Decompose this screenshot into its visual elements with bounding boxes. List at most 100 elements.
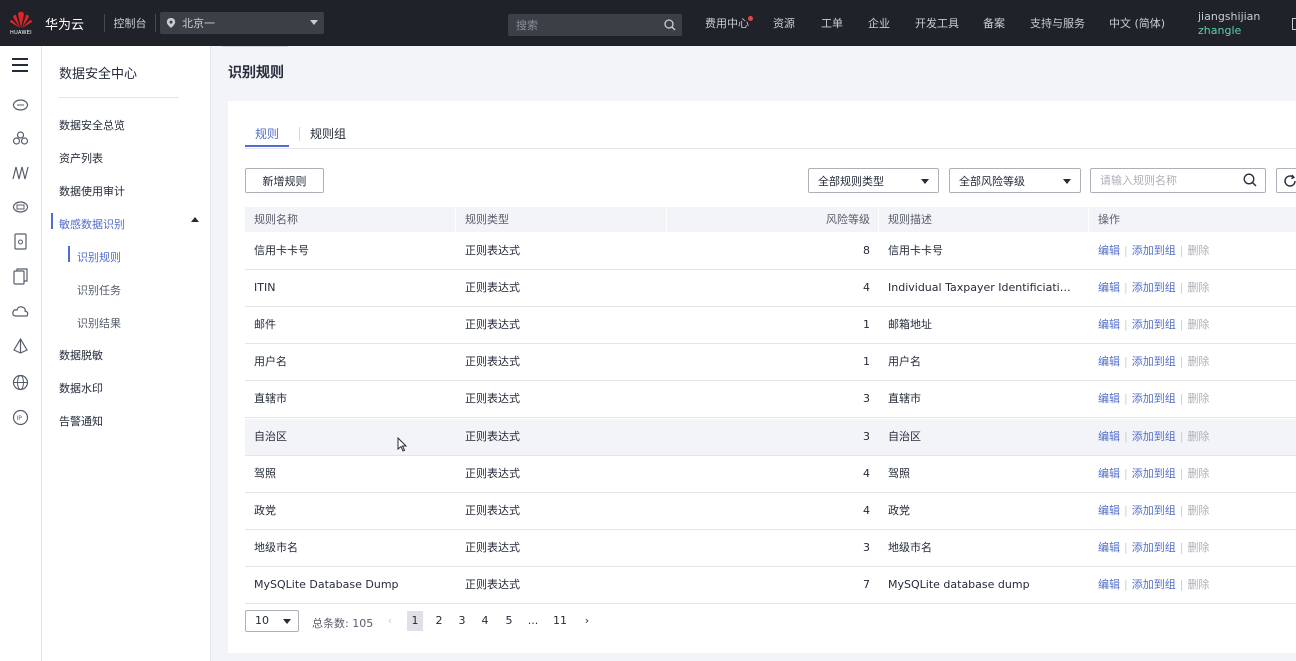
- col-risk-level[interactable]: 风险等级: [667, 207, 879, 232]
- cluster-icon[interactable]: [12, 130, 29, 147]
- document-icon[interactable]: [12, 233, 29, 250]
- add-to-group-link[interactable]: 添加到组: [1132, 541, 1176, 554]
- page-size-select[interactable]: 10: [245, 610, 299, 632]
- add-to-group-link[interactable]: 添加到组: [1132, 244, 1176, 257]
- page-number[interactable]: 5: [501, 611, 517, 631]
- nav-resources[interactable]: 资源: [773, 0, 795, 46]
- delete-link[interactable]: 删除: [1187, 355, 1209, 368]
- global-search-input[interactable]: 搜索: [508, 14, 682, 36]
- delete-link[interactable]: 删除: [1187, 430, 1209, 443]
- add-to-group-link[interactable]: 添加到组: [1132, 355, 1176, 368]
- sidebar-item-watermark[interactable]: 数据水印: [59, 380, 103, 396]
- table-row[interactable]: 信用卡卡号 正则表达式 8 信用卡卡号 编辑 | 添加到组 | 删除: [245, 233, 1296, 270]
- sidebar-subitem-results[interactable]: 识别结果: [77, 315, 121, 331]
- table-row[interactable]: 用户名 正则表达式 1 用户名 编辑 | 添加到组 | 删除: [245, 344, 1296, 382]
- rule-name-search-input[interactable]: [1090, 168, 1266, 193]
- col-rule-name[interactable]: 规则名称: [245, 207, 456, 232]
- search-icon[interactable]: [664, 19, 676, 31]
- sidebar-item-usage-audit[interactable]: 数据使用审计: [59, 183, 125, 199]
- page-number[interactable]: 3: [454, 611, 470, 631]
- add-rule-button[interactable]: 新增规则: [245, 168, 324, 193]
- nav-enterprise[interactable]: 企业: [868, 0, 890, 46]
- chevron-up-icon[interactable]: [191, 217, 199, 222]
- console-link[interactable]: 控制台: [105, 15, 155, 31]
- table-row[interactable]: MySQLite Database Dump 正则表达式 7 MySQLite dat…: [245, 566, 1296, 604]
- edge-icon[interactable]: [1292, 18, 1296, 30]
- add-to-group-link[interactable]: 添加到组: [1132, 430, 1176, 443]
- edit-link[interactable]: 编辑: [1098, 318, 1120, 331]
- nav-tickets[interactable]: 工单: [821, 0, 843, 46]
- pyramid-icon[interactable]: [12, 338, 29, 355]
- prev-page-icon[interactable]: ‹: [382, 611, 398, 631]
- edit-link[interactable]: 编辑: [1098, 504, 1120, 517]
- user-menu[interactable]: jiangshijian zhangle: [1198, 10, 1260, 38]
- rule-type-cell: 正则表达式: [465, 429, 520, 443]
- edit-link[interactable]: 编辑: [1098, 430, 1120, 443]
- nav-filing[interactable]: 备案: [983, 0, 1005, 46]
- edit-link[interactable]: 编辑: [1098, 467, 1120, 480]
- nav-support[interactable]: 支持与服务: [1030, 0, 1085, 46]
- edit-link[interactable]: 编辑: [1098, 355, 1120, 368]
- rule-type-cell: 正则表达式: [465, 318, 520, 332]
- page-number[interactable]: 11: [551, 611, 569, 631]
- edit-link[interactable]: 编辑: [1098, 281, 1120, 294]
- edit-link[interactable]: 编辑: [1098, 578, 1120, 591]
- nav-language[interactable]: 中文 (简体): [1109, 0, 1165, 46]
- refresh-button[interactable]: [1276, 168, 1296, 193]
- sidebar-item-overview[interactable]: 数据安全总览: [59, 117, 125, 133]
- globe-icon[interactable]: [12, 374, 29, 391]
- delete-link[interactable]: 删除: [1187, 578, 1209, 591]
- table-row[interactable]: 政党 正则表达式 4 政党 编辑 | 添加到组 | 删除: [245, 492, 1296, 530]
- sidebar-item-alerts[interactable]: 告警通知: [59, 413, 103, 429]
- delete-link[interactable]: 删除: [1187, 244, 1209, 257]
- database-cloud-icon[interactable]: [12, 198, 29, 215]
- cloud-server-icon[interactable]: [12, 96, 29, 113]
- page-number[interactable]: 4: [477, 611, 493, 631]
- add-to-group-link[interactable]: 添加到组: [1132, 504, 1176, 517]
- table-row[interactable]: 邮件 正则表达式 1 邮箱地址 编辑 | 添加到组 | 删除: [245, 307, 1296, 345]
- delete-link[interactable]: 删除: [1187, 504, 1209, 517]
- edit-link[interactable]: 编辑: [1098, 392, 1120, 405]
- next-page-icon[interactable]: ›: [579, 611, 595, 631]
- delete-link[interactable]: 删除: [1187, 318, 1209, 331]
- sidebar-subitem-tasks[interactable]: 识别任务: [77, 282, 121, 298]
- network-icon[interactable]: [12, 164, 29, 181]
- table-row[interactable]: ITIN 正则表达式 4 Individual Taxpayer Identifici…: [245, 270, 1296, 308]
- delete-link[interactable]: 删除: [1187, 392, 1209, 405]
- region-selector[interactable]: 北京一: [160, 12, 324, 34]
- brand-name[interactable]: 华为云: [42, 14, 104, 33]
- add-to-group-link[interactable]: 添加到组: [1132, 318, 1176, 331]
- add-to-group-link[interactable]: 添加到组: [1132, 281, 1176, 294]
- search-icon[interactable]: [1243, 173, 1257, 187]
- delete-link[interactable]: 删除: [1187, 281, 1209, 294]
- risk-level-select[interactable]: 全部风险等级: [949, 168, 1081, 193]
- table-row[interactable]: 直辖市 正则表达式 3 直辖市 编辑 | 添加到组 | 删除: [245, 381, 1296, 419]
- col-rule-type[interactable]: 规则类型: [456, 207, 667, 232]
- add-to-group-link[interactable]: 添加到组: [1132, 578, 1176, 591]
- add-to-group-link[interactable]: 添加到组: [1132, 392, 1176, 405]
- huawei-logo[interactable]: HUAWEI: [0, 0, 42, 46]
- tab-rules[interactable]: 规则: [245, 125, 290, 147]
- tab-rule-groups[interactable]: 规则组: [310, 125, 356, 147]
- edit-link[interactable]: 编辑: [1098, 244, 1120, 257]
- nav-billing[interactable]: 费用中心: [705, 0, 753, 46]
- menu-icon[interactable]: [12, 58, 28, 72]
- sidebar-item-asset-list[interactable]: 资产列表: [59, 150, 103, 166]
- file-copy-icon[interactable]: [12, 268, 29, 285]
- ip-icon[interactable]: IP: [12, 409, 29, 426]
- edit-link[interactable]: 编辑: [1098, 541, 1120, 554]
- nav-dev-tools[interactable]: 开发工具: [915, 0, 959, 46]
- sidebar-subitem-rules[interactable]: 识别规则: [77, 249, 121, 265]
- page-number[interactable]: 2: [431, 611, 447, 631]
- table-row[interactable]: 驾照 正则表达式 4 驾照 编辑 | 添加到组 | 删除: [245, 455, 1296, 493]
- sidebar-item-sensitive-data-id[interactable]: 敏感数据识别: [59, 216, 125, 232]
- sidebar-item-masking[interactable]: 数据脱敏: [59, 347, 103, 363]
- page-number[interactable]: 1: [407, 611, 423, 631]
- col-rule-desc[interactable]: 规则描述: [879, 207, 1089, 232]
- table-row[interactable]: 地级市名 正则表达式 3 地级市名 编辑 | 添加到组 | 删除: [245, 529, 1296, 567]
- delete-link[interactable]: 删除: [1187, 467, 1209, 480]
- rule-type-select[interactable]: 全部规则类型: [808, 168, 939, 193]
- cloud-icon[interactable]: [12, 303, 29, 320]
- delete-link[interactable]: 删除: [1187, 541, 1209, 554]
- add-to-group-link[interactable]: 添加到组: [1132, 467, 1176, 480]
